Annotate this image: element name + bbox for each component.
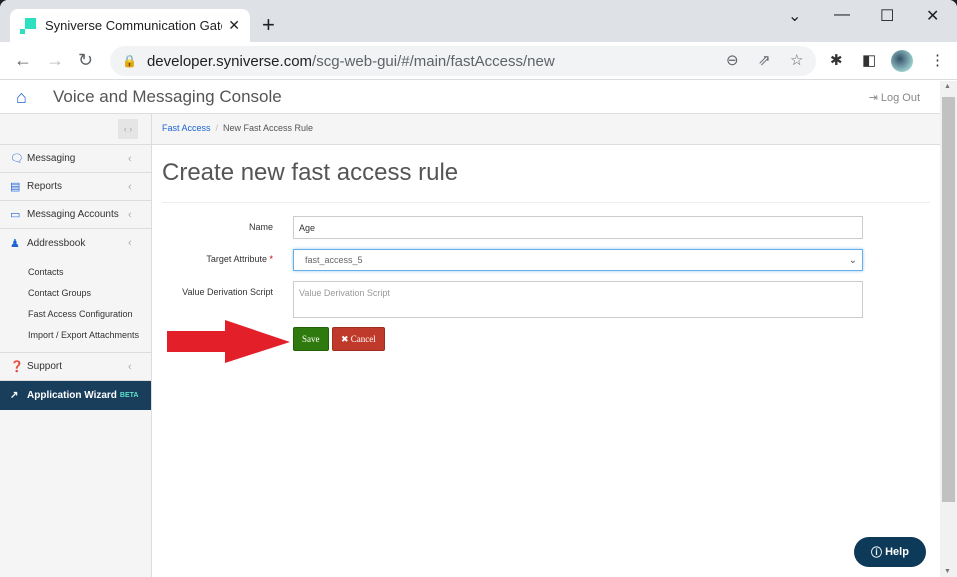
syniverse-logo-icon xyxy=(20,17,36,34)
divider xyxy=(162,202,930,203)
browser-window: Syniverse Communication Gateway ✕ + ⌄ — … xyxy=(0,0,957,577)
home-icon[interactable]: ⌂ xyxy=(16,87,27,108)
target-attribute-label: Target Attribute * xyxy=(153,254,273,264)
zoom-icon[interactable]: ⊖ xyxy=(726,51,739,69)
sidebar-subitem-fast-access[interactable]: Fast Access Configuration xyxy=(0,304,151,325)
sidebar-item-support[interactable]: ❓ Support ‹ xyxy=(0,353,151,381)
target-label-text: Target Attribute xyxy=(206,254,267,264)
chevron-left-icon: ‹ xyxy=(128,180,132,193)
script-placeholder: Value Derivation Script xyxy=(299,288,390,298)
user-icon: ♟ xyxy=(10,237,20,250)
minimize-button[interactable]: — xyxy=(834,6,850,24)
script-label: Value Derivation Script xyxy=(182,287,273,297)
target-attribute-select[interactable]: fast_access_5 ⌄ xyxy=(293,249,863,271)
breadcrumb-current: New Fast Access Rule xyxy=(223,123,314,133)
monitor-icon: ▭ xyxy=(10,209,21,221)
sidebar-item-reports[interactable]: ▤ Reports ‹ xyxy=(0,173,151,201)
close-tab-icon[interactable]: ✕ xyxy=(228,17,240,34)
help-label: Help xyxy=(885,546,909,558)
logout-icon: ⇥ xyxy=(868,92,881,104)
address-bar-row: ← → ↻ 🔒 developer.syniverse.com/scg-web-… xyxy=(0,42,957,80)
side-panel-icon[interactable]: ◧ xyxy=(862,51,876,69)
back-icon[interactable]: ← xyxy=(14,50,32,71)
save-label: Save xyxy=(302,334,320,344)
url-path: /scg-web-gui/#/main/fastAccess/new xyxy=(312,52,555,70)
sidebar-item-messaging-accounts[interactable]: ▭ Messaging Accounts ‹ xyxy=(0,201,151,229)
page-scrollbar[interactable]: ▲ ▼ xyxy=(940,81,957,577)
cancel-label: Cancel xyxy=(350,334,376,344)
chevron-down-icon: ⌄ xyxy=(848,254,857,266)
save-button[interactable]: Save xyxy=(293,327,329,351)
app-header: ⌂ Voice and Messaging Console ⇥ Log Out xyxy=(0,81,940,114)
breadcrumb-fast-access[interactable]: Fast Access xyxy=(162,123,211,133)
sidebar-item-messaging[interactable]: 🗨 Messaging ‹ xyxy=(0,145,151,173)
tab-title: Syniverse Communication Gateway xyxy=(45,18,222,33)
chevron-left-icon: ‹ xyxy=(128,152,132,165)
value-derivation-script-textarea[interactable]: Value Derivation Script xyxy=(293,281,863,318)
cancel-button[interactable]: ✖ Cancel xyxy=(332,327,385,351)
sidebar-subitem-contact-groups[interactable]: Contact Groups xyxy=(0,283,151,304)
reload-icon[interactable]: ↻ xyxy=(78,50,93,71)
sidebar-item-label: Messaging xyxy=(27,153,76,164)
required-marker: * xyxy=(269,254,273,264)
url-host: developer.syniverse.com xyxy=(146,52,313,70)
logout-button[interactable]: ⇥ Log Out xyxy=(869,91,920,104)
maximize-button[interactable]: ☐ xyxy=(880,6,894,26)
close-icon: ✖ xyxy=(341,333,351,344)
app-title: Voice and Messaging Console xyxy=(53,87,282,106)
forward-icon[interactable]: → xyxy=(46,50,64,71)
sidebar-item-addressbook[interactable]: ♟ Addressbook ‹ xyxy=(0,229,151,257)
chevron-left-icon: ‹ xyxy=(128,237,132,249)
breadcrumb-separator: / xyxy=(215,123,219,133)
name-label: Name xyxy=(248,222,273,232)
name-value: Age xyxy=(299,222,316,233)
external-link-icon: ↗ xyxy=(10,390,19,401)
target-value: fast_access_5 xyxy=(305,255,363,265)
wizard-label: Application Wizard xyxy=(27,390,117,401)
beta-badge: BETA xyxy=(119,392,139,399)
extensions-icon[interactable]: ✱ xyxy=(830,51,843,69)
browser-tab[interactable]: Syniverse Communication Gateway ✕ xyxy=(10,9,250,42)
sidebar-toggle-row: ‹ › xyxy=(0,114,151,145)
tab-search-icon[interactable]: ⌄ xyxy=(788,6,801,26)
sidebar: ‹ › 🗨 Messaging ‹ ▤ Reports ‹ ▭ Messaging Acc… xyxy=(0,114,152,577)
menu-icon[interactable]: ⋮ xyxy=(930,51,945,69)
question-circle-icon: ⓘ xyxy=(871,547,886,559)
logout-label: Log Out xyxy=(880,92,920,104)
sidebar-subitem-contacts[interactable]: Contacts xyxy=(0,262,151,283)
url-field[interactable]: 🔒 developer.syniverse.com/scg-web-gui/#/… xyxy=(110,46,816,76)
sidebar-item-label: Messaging Accounts xyxy=(27,209,119,220)
sidebar-collapse-button[interactable]: ‹ › xyxy=(118,119,138,139)
breadcrumb: Fast Access / New Fast Access Rule xyxy=(152,114,940,145)
chevron-left-icon: ‹ xyxy=(128,360,132,373)
help-button[interactable]: ⓘ Help xyxy=(854,537,926,567)
red-annotation-arrow-icon xyxy=(167,320,290,363)
share-icon[interactable]: ⇗ xyxy=(758,51,771,69)
bookmark-star-icon[interactable]: ☆ xyxy=(790,51,803,69)
sidebar-item-label: Addressbook xyxy=(27,237,86,249)
lock-icon: 🔒 xyxy=(122,54,137,68)
sidebar-item-label: Reports xyxy=(27,181,63,192)
sidebar-item-label: Support xyxy=(27,361,63,372)
sidebar-item-application-wizard[interactable]: ↗ Application Wizard BETA xyxy=(0,381,151,410)
new-tab-button[interactable]: + xyxy=(262,12,275,38)
question-icon: ❓ xyxy=(10,361,24,373)
tab-bar: Syniverse Communication Gateway ✕ + ⌄ — … xyxy=(0,0,957,42)
chat-icon: 🗨 xyxy=(10,153,24,165)
sidebar-subitem-import-export[interactable]: Import / Export Attachments xyxy=(0,325,151,346)
close-window-button[interactable]: ✕ xyxy=(926,6,939,26)
name-input[interactable]: Age xyxy=(293,216,863,239)
page-title: Create new fast access rule xyxy=(162,159,459,186)
chevron-left-icon: ‹ xyxy=(128,208,132,221)
addressbook-submenu: Contacts Contact Groups Fast Access Conf… xyxy=(0,257,151,353)
report-icon: ▤ xyxy=(10,181,21,193)
scrollbar-thumb[interactable] xyxy=(942,97,955,502)
profile-avatar[interactable] xyxy=(891,50,913,72)
